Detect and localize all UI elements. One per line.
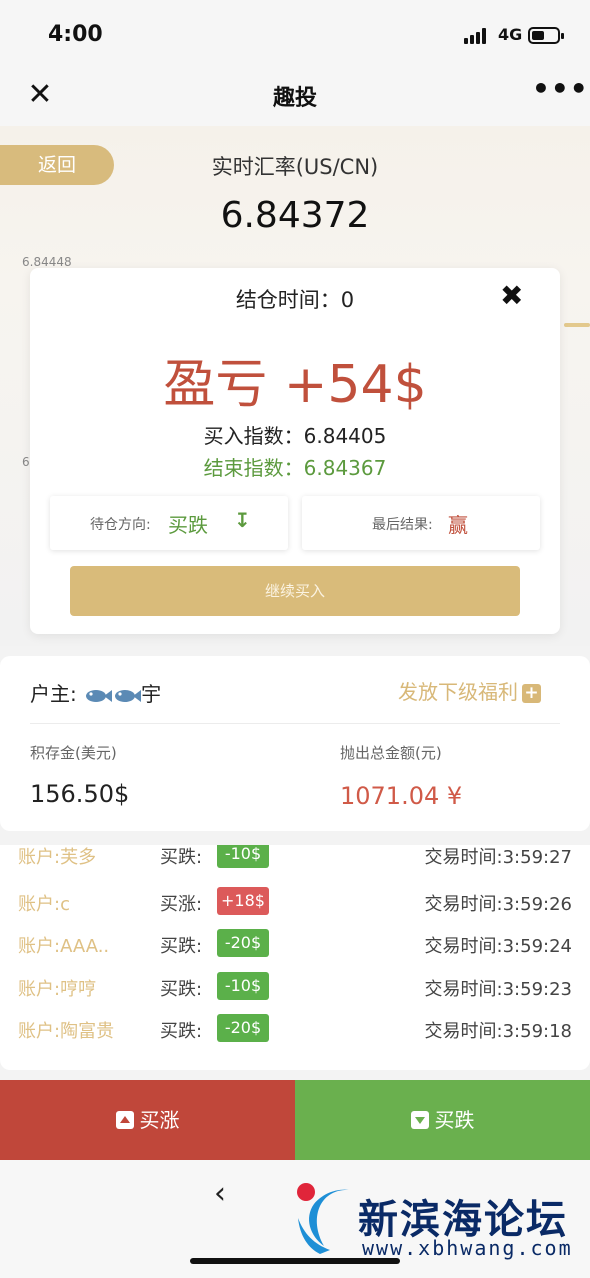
result-value: 赢 (448, 513, 468, 537)
trade-type: 买跌: (160, 847, 203, 868)
page-title: 趣投 (272, 86, 317, 111)
trade-amount: -10$ (217, 845, 269, 868)
divider (30, 723, 560, 724)
buy-up-label: 买涨 (139, 1108, 180, 1132)
trade-account: 账户:AAA.. (18, 936, 110, 957)
buy-up-button[interactable]: 买涨 (0, 1080, 295, 1160)
trade-amount: -20$ (217, 929, 269, 957)
arrow-up-icon (115, 1111, 134, 1129)
list-item: 账户:芙多 买跌: -10$ 交易时间:3:59:27 (0, 845, 590, 877)
trade-account: 账户:哼哼 (18, 979, 97, 1000)
withdraw-value: 1071.04 ¥ (340, 782, 463, 810)
more-icon[interactable]: ••• (532, 72, 589, 105)
welfare-link[interactable]: 发放下级福利 + (398, 676, 541, 705)
list-item: 账户:c 买涨: +18$ 交易时间:3:59:26 (0, 882, 590, 924)
nav-bar: ✕ 趣投 ••• (0, 64, 590, 126)
trade-type: 买跌: (160, 979, 203, 1000)
arrow-down-icon (410, 1111, 429, 1129)
trade-time: 交易时间:3:59:24 (424, 936, 572, 957)
continue-buy-button[interactable]: 继续买入 (70, 566, 520, 616)
list-item: 账户:陶富贵 买跌: -20$ 交易时间:3:59:18 (0, 1009, 590, 1051)
chart-axis-label: 6.84448 (22, 255, 72, 269)
close-icon[interactable]: ✖ (500, 279, 523, 312)
result-label: 最后结果: (372, 517, 433, 533)
deposit-value: 156.50$ (30, 780, 130, 808)
trade-type: 买跌: (160, 936, 203, 957)
trade-amount: -10$ (217, 972, 269, 1000)
trade-list: 账户:芙多 买跌: -10$ 交易时间:3:59:27 账户:c 买涨: +18… (0, 845, 590, 1070)
trade-type: 买涨: (160, 894, 203, 915)
list-item: 账户:AAA.. 买跌: -20$ 交易时间:3:59:24 (0, 924, 590, 966)
buy-down-label: 买跌 (434, 1108, 475, 1132)
chart-axis-label: 6 (22, 455, 30, 469)
profit-loss: 盈亏 +54$ (163, 355, 427, 415)
status-bar: 4:00 4G (0, 0, 590, 64)
settlement-dialog: 结仓时间：0 ✖ 盈亏 +54$ 买入指数：6.84405 结束指数：6.843… (30, 268, 560, 634)
trade-type: 买跌: (160, 1021, 203, 1042)
owner-name: 宇 (141, 682, 162, 706)
owner-label: 户主: (30, 682, 77, 706)
withdraw-label: 抛出总金额(元) (340, 744, 442, 762)
fish-icon (115, 689, 142, 702)
trade-amount: -20$ (217, 1014, 269, 1042)
rate-value: 6.84372 (220, 195, 370, 236)
trade-account: 账户:c (18, 894, 70, 915)
welfare-label: 发放下级福利 (398, 680, 518, 704)
plus-icon: + (522, 684, 541, 703)
watermark-url: www.xbhwang.com (362, 1236, 573, 1260)
trade-amount: +18$ (217, 887, 269, 915)
buy-index: 买入指数：6.84405 (203, 424, 387, 448)
network-type: 4G (498, 25, 523, 44)
end-index: 结束指数：6.84367 (203, 456, 387, 480)
status-time: 4:00 (48, 22, 103, 47)
result-box: 最后结果: 赢 (302, 496, 540, 550)
list-item: 账户:哼哼 买跌: -10$ 交易时间:3:59:23 (0, 967, 590, 1009)
down-arrow-icon: ↧ (234, 508, 251, 532)
watermark-logo (297, 1183, 350, 1254)
direction-label: 待仓方向: (90, 517, 151, 533)
trade-time: 交易时间:3:59:27 (424, 847, 572, 868)
signal-icon (464, 28, 490, 44)
trade-time: 交易时间:3:59:23 (424, 979, 572, 1000)
trade-time: 交易时间:3:59:18 (424, 1021, 572, 1042)
back-arrow-icon[interactable]: ‹ (214, 1176, 226, 1211)
direction-box: 待仓方向: 买跌 ↧ (50, 496, 288, 550)
trade-time: 交易时间:3:59:26 (424, 894, 572, 915)
deposit-label: 积存金(美元) (30, 744, 117, 762)
account-card: 户主: 宇 发放下级福利 + 积存金(美元) 156.50$ 抛出总金额(元) 1… (0, 656, 590, 831)
trade-account: 账户:陶富贵 (18, 1021, 115, 1042)
rate-label: 实时汇率(US/CN) (211, 155, 379, 179)
buy-down-button[interactable]: 买跌 (295, 1080, 590, 1160)
owner: 户主: 宇 (30, 678, 161, 707)
battery-icon (528, 27, 564, 44)
chart-line (564, 323, 590, 327)
trade-account: 账户:芙多 (18, 847, 97, 868)
settlement-time: 结仓时间：0 (235, 288, 355, 312)
fish-icon (86, 689, 113, 702)
direction-value: 买跌 (168, 513, 208, 537)
